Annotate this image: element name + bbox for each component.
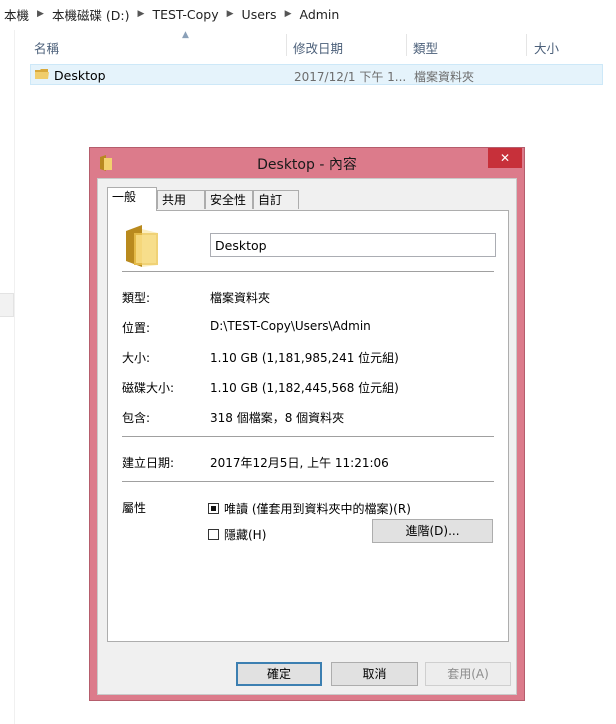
column-header-modified[interactable]: 修改日期 [293,38,343,57]
general-tab-panel: 類型: 檔案資料夾 位置: D:\TEST-Copy\Users\Admin 大… [107,210,509,642]
disk-size-label: 磁碟大小: [122,381,175,395]
hidden-label: 隱藏(H) [224,528,267,542]
folder-icon [126,225,158,267]
folder-icon [35,69,49,79]
contains-label: 包含: [122,411,151,425]
column-header-name[interactable]: 名稱 [34,38,59,57]
size-label: 大小: [122,351,151,365]
column-header-type[interactable]: 類型 [413,38,438,57]
column-header: ▲ 名稱 修改日期 類型 大小 [30,30,606,58]
breadcrumb-item-admin[interactable]: Admin [295,7,343,22]
folder-name-field[interactable] [210,233,496,257]
close-button[interactable]: ✕ [488,148,522,168]
chevron-right-icon[interactable]: ▶ [33,9,48,19]
location-label: 位置: [122,321,151,335]
file-modified-date: 2017/12/1 下午 1... [294,70,407,84]
chevron-right-icon[interactable]: ▶ [223,9,238,19]
separator [122,436,494,437]
file-type: 檔案資料夾 [414,70,475,84]
readonly-label: 唯讀 (僅套用到資料夾中的檔案)(R) [224,502,411,516]
breadcrumb-item-users[interactable]: Users [238,7,281,22]
column-divider[interactable] [406,34,407,56]
chevron-right-icon[interactable]: ▶ [281,9,296,19]
contains-value: 318 個檔案，8 個資料夾 [210,411,345,425]
type-value: 檔案資料夾 [210,291,271,305]
breadcrumb-item-drive[interactable]: 本機磁碟 (D:) [48,5,134,24]
file-name: Desktop [54,68,106,83]
ok-button[interactable]: 確定 [236,662,322,686]
dialog-title: Desktop - 內容 [257,157,357,173]
tab-security[interactable]: 安全性 [205,190,253,209]
size-value: 1.10 GB (1,181,985,241 位元組) [210,351,399,365]
column-divider[interactable] [286,34,287,56]
attributes-label: 屬性 [122,501,147,515]
dialog-titlebar[interactable]: Desktop - 內容 ✕ [90,148,524,178]
tab-general[interactable]: 一般 [107,187,157,211]
tab-customize[interactable]: 自訂 [253,190,299,209]
type-label: 類型: [122,291,151,305]
close-icon: ✕ [499,151,511,165]
breadcrumb-item-test-copy[interactable]: TEST-Copy [148,7,222,22]
column-divider[interactable] [526,34,527,56]
cancel-button[interactable]: 取消 [331,662,418,686]
properties-dialog: Desktop - 內容 ✕ 一般 共用 安全性 自訂 類型: 檔案資料夾 位置… [89,147,525,701]
breadcrumb: 本機 ▶ 本機磁碟 (D:) ▶ TEST-Copy ▶ Users ▶ Adm… [0,0,616,28]
column-header-size[interactable]: 大小 [534,38,559,57]
hidden-checkbox-row[interactable]: 隱藏(H) [208,526,266,543]
navigation-pane-item[interactable] [0,293,14,317]
tab-sharing[interactable]: 共用 [157,190,205,209]
location-value: D:\TEST-Copy\Users\Admin [210,319,371,333]
chevron-right-icon[interactable]: ▶ [134,9,149,19]
advanced-button[interactable]: 進階(D)... [372,519,493,543]
navigation-pane-divider [14,30,15,724]
file-row-desktop[interactable]: Desktop 2017/12/1 下午 1... 檔案資料夾 [30,64,603,85]
hidden-checkbox[interactable] [208,529,219,540]
breadcrumb-item-this-pc[interactable]: 本機 [0,5,33,24]
readonly-checkbox-row[interactable]: 唯讀 (僅套用到資料夾中的檔案)(R) [208,500,411,517]
readonly-checkbox[interactable] [208,503,219,514]
dialog-client-area: 一般 共用 安全性 自訂 類型: 檔案資料夾 位置: D:\TEST-Copy\… [97,178,517,695]
separator [122,271,494,272]
created-label: 建立日期: [122,456,175,470]
sort-ascending-icon: ▲ [182,30,189,40]
disk-size-value: 1.10 GB (1,182,445,568 位元組) [210,381,399,395]
apply-button[interactable]: 套用(A) [425,662,511,686]
created-value: 2017年12月5日, 上午 11:21:06 [210,456,389,470]
separator [122,481,494,482]
